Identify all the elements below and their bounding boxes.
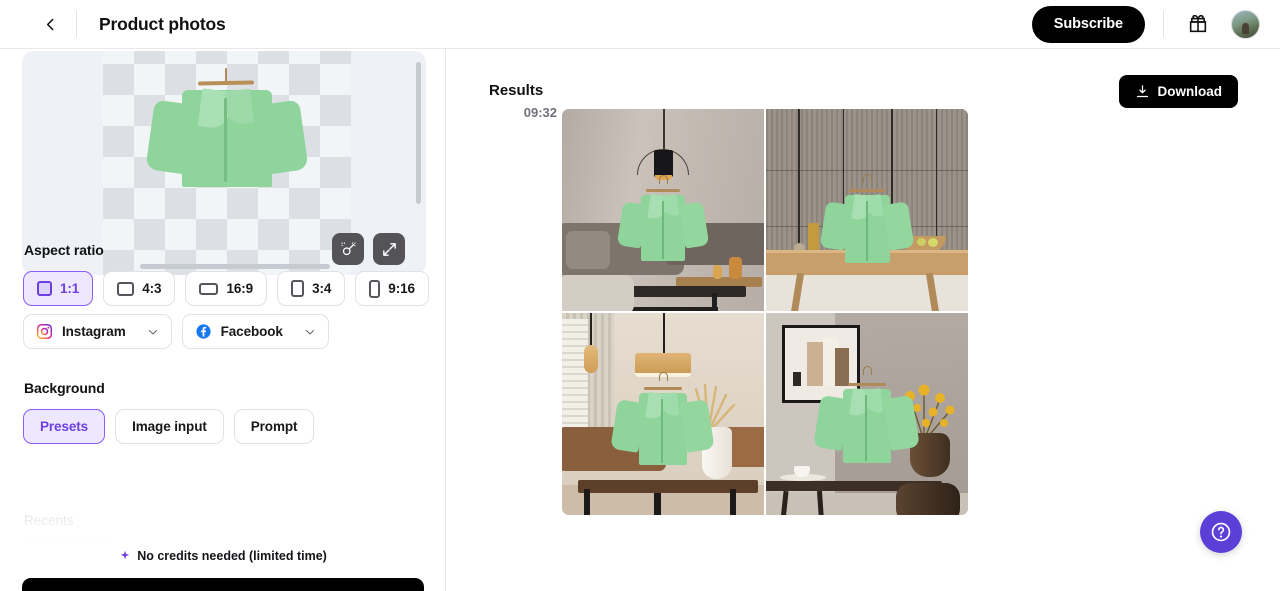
preview-shirt-image bbox=[144, 68, 310, 193]
header-divider-2 bbox=[1163, 11, 1164, 37]
results-timestamp: 09:32 bbox=[523, 105, 557, 120]
aspect-ratio-label: 9:16 bbox=[388, 281, 415, 296]
chevron-down-icon bbox=[148, 329, 157, 335]
generate-button[interactable]: Generate bbox=[22, 578, 424, 591]
gift-button[interactable] bbox=[1182, 8, 1214, 40]
magic-brush-icon bbox=[340, 241, 356, 255]
expand-arrows-icon bbox=[382, 242, 396, 256]
social-preset-options: Instagram Facebook bbox=[23, 314, 329, 349]
aspect-ratio-title: Aspect ratio bbox=[24, 242, 104, 258]
preview-tool-buttons bbox=[332, 233, 405, 265]
instagram-icon bbox=[36, 323, 53, 340]
retouch-button[interactable] bbox=[332, 233, 364, 265]
page-title: Product photos bbox=[99, 13, 226, 34]
aspect-ratio-3-4[interactable]: 3:4 bbox=[277, 271, 346, 306]
download-button[interactable]: Download bbox=[1118, 75, 1238, 108]
ratio-landscape-icon bbox=[117, 281, 135, 296]
chevron-down-icon bbox=[305, 329, 314, 335]
background-tab-image-input[interactable]: Image input bbox=[115, 409, 224, 444]
header-divider bbox=[76, 11, 77, 37]
gift-icon bbox=[1189, 14, 1207, 33]
aspect-ratio-label: 1:1 bbox=[60, 281, 80, 296]
aspect-ratio-options: 1:1 4:3 16:9 3:4 9:16 bbox=[23, 271, 429, 306]
back-button[interactable] bbox=[33, 7, 67, 41]
subscribe-button[interactable]: Subscribe bbox=[1031, 5, 1145, 43]
background-tab-prompt[interactable]: Prompt bbox=[233, 409, 315, 444]
recents-thumbnail-strip[interactable] bbox=[24, 536, 110, 540]
preview-vertical-scrollbar[interactable] bbox=[416, 62, 421, 204]
avatar[interactable] bbox=[1231, 9, 1260, 39]
result-image-4[interactable] bbox=[766, 313, 968, 515]
background-tab-label: Presets bbox=[40, 419, 89, 434]
download-icon bbox=[1136, 85, 1148, 98]
header-actions: Subscribe bbox=[1031, 5, 1280, 43]
aspect-ratio-label: 3:4 bbox=[312, 281, 332, 296]
aspect-ratio-9-16[interactable]: 9:16 bbox=[355, 271, 429, 306]
results-title: Results bbox=[489, 82, 544, 99]
credits-notice: No credits needed (limited time) bbox=[0, 549, 445, 563]
left-settings-panel: Aspect ratio 1:1 4:3 16:9 3:4 9:16 Insta… bbox=[0, 49, 446, 591]
results-panel: Results 09:32 Download bbox=[446, 49, 1280, 591]
result-shirt-2 bbox=[819, 174, 915, 265]
result-shirt-3 bbox=[610, 372, 715, 469]
background-title: Background bbox=[24, 380, 105, 396]
aspect-ratio-label: 16:9 bbox=[226, 281, 254, 296]
chevron-left-icon bbox=[46, 18, 53, 30]
credits-text: No credits needed (limited time) bbox=[137, 549, 327, 563]
ratio-square-icon bbox=[37, 281, 52, 296]
background-tabs: Presets Image input Prompt bbox=[23, 409, 315, 444]
result-image-2[interactable] bbox=[766, 109, 968, 311]
app-header: Product photos Subscribe bbox=[0, 0, 1280, 49]
help-button[interactable] bbox=[1200, 511, 1242, 553]
results-grid bbox=[562, 109, 970, 517]
aspect-ratio-label: 4:3 bbox=[142, 281, 162, 296]
result-image-1[interactable] bbox=[562, 109, 764, 311]
aspect-ratio-4-3[interactable]: 4:3 bbox=[103, 271, 176, 306]
ratio-portrait-icon bbox=[291, 280, 305, 297]
expand-button[interactable] bbox=[373, 233, 405, 265]
background-tab-presets[interactable]: Presets bbox=[23, 409, 106, 444]
background-tab-label: Image input bbox=[132, 419, 207, 434]
app-root: Product photos Subscribe Aspect ratio 1:… bbox=[0, 0, 1280, 591]
sparkle-icon bbox=[120, 550, 130, 560]
background-tab-label: Prompt bbox=[250, 419, 298, 434]
result-shirt-4 bbox=[813, 366, 920, 467]
ratio-wide-icon bbox=[199, 282, 219, 295]
social-preset-facebook[interactable]: Facebook bbox=[181, 314, 329, 349]
download-label: Download bbox=[1157, 84, 1223, 99]
recents-label: Recents bbox=[24, 513, 74, 528]
result-shirt-1 bbox=[616, 175, 710, 263]
social-preset-label: Instagram bbox=[62, 324, 126, 339]
ratio-tall-icon bbox=[369, 279, 381, 298]
result-image-3[interactable] bbox=[562, 313, 764, 515]
aspect-ratio-16-9[interactable]: 16:9 bbox=[185, 271, 268, 306]
social-preset-instagram[interactable]: Instagram bbox=[23, 314, 172, 349]
question-mark-icon bbox=[1211, 522, 1231, 542]
social-preset-label: Facebook bbox=[220, 324, 283, 339]
preview-horizontal-scrollbar[interactable] bbox=[140, 264, 330, 269]
aspect-ratio-1-1[interactable]: 1:1 bbox=[23, 271, 94, 306]
facebook-icon bbox=[196, 324, 211, 339]
